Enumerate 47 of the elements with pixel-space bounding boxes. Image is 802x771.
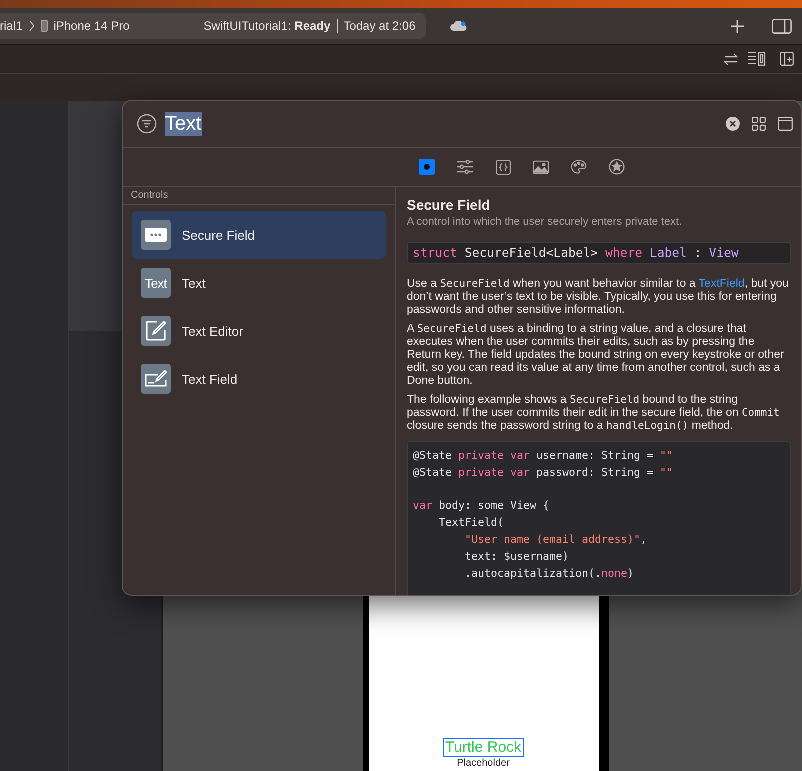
palette-icon bbox=[571, 159, 587, 175]
library-tab[interactable] bbox=[419, 159, 435, 175]
library-item[interactable]: Text Text bbox=[132, 259, 386, 307]
item-icon: Text bbox=[141, 268, 171, 298]
password-dots-icon bbox=[145, 228, 167, 242]
library-tab[interactable] bbox=[571, 159, 587, 175]
cloud-icon[interactable] bbox=[450, 20, 468, 32]
pencil-field-icon bbox=[144, 370, 168, 388]
textfield-link[interactable]: TextField bbox=[698, 278, 745, 290]
image-icon bbox=[533, 160, 549, 174]
panel-icon[interactable] bbox=[778, 117, 793, 131]
build-status: SwiftUITutorial1: Ready bbox=[204, 19, 331, 33]
search-field[interactable]: Text bbox=[165, 112, 202, 136]
add-icon[interactable] bbox=[731, 20, 744, 32]
library-item[interactable]: Text Field bbox=[132, 355, 386, 403]
add-editor-icon[interactable] bbox=[780, 52, 794, 66]
scheme-name[interactable]: rial1 bbox=[0, 19, 23, 33]
detail-paragraph: The following example shows a SecureField bound to the string password. If the user commits their edit in the secure field, the on Commit closure sends the password string to a handleLogin() method. bbox=[407, 394, 781, 433]
grid-icon[interactable] bbox=[752, 117, 766, 131]
library-tab[interactable] bbox=[457, 159, 473, 175]
detail-summary: A control into which the user securely enters private text. bbox=[407, 216, 684, 228]
preview-title: Turtle Rock bbox=[443, 738, 524, 757]
circle-icon bbox=[424, 164, 430, 170]
detail-title: Secure Field bbox=[407, 197, 492, 213]
code-sample: @State private var username: String = "" @State private var password: String = "" var body: some View { TextField( "User name (email address)", text: $username) .autocapitalization(.none) bbox=[407, 441, 791, 595]
sliders-icon bbox=[457, 160, 473, 174]
library-item[interactable]: Text Editor bbox=[132, 307, 386, 355]
list-panel-icon[interactable] bbox=[748, 52, 766, 66]
braces-icon bbox=[496, 160, 510, 174]
phone-icon bbox=[40, 20, 48, 32]
library-tab[interactable] bbox=[609, 159, 625, 175]
library-tab[interactable] bbox=[533, 159, 549, 175]
star-icon bbox=[609, 159, 625, 175]
sidebar-icon[interactable] bbox=[772, 18, 792, 34]
device-name[interactable]: iPhone 14 Pro bbox=[54, 19, 130, 33]
declaration-code: struct SecureField<Label> where Label : View bbox=[407, 242, 791, 264]
library-item[interactable]: Secure Field bbox=[132, 211, 386, 259]
detail-paragraph: A SecureField uses a binding to a string value, and a closure that executes when the user commits their edits, such as by pressing the Return key. The field updates the bound string on every keystroke or other edit, so you can read its value at any time from another control, such as a Done button. bbox=[407, 323, 786, 388]
chevron-icon bbox=[28, 20, 35, 32]
preview-subtitle: Placeholder bbox=[457, 757, 510, 770]
filter-icon[interactable] bbox=[137, 114, 157, 134]
library-tab[interactable] bbox=[495, 159, 511, 175]
build-time: Today at 2:06 bbox=[344, 19, 416, 33]
clear-icon[interactable] bbox=[726, 117, 740, 131]
swap-arrows-icon[interactable] bbox=[724, 52, 738, 66]
section-header: Controls bbox=[123, 187, 395, 205]
detail-paragraph: Use a SecureField when you want behavior similar to a TextField, but you don’t want the user’s text to be visible. Typically, you use this for entering passwords and other sensitive information. bbox=[407, 278, 790, 317]
